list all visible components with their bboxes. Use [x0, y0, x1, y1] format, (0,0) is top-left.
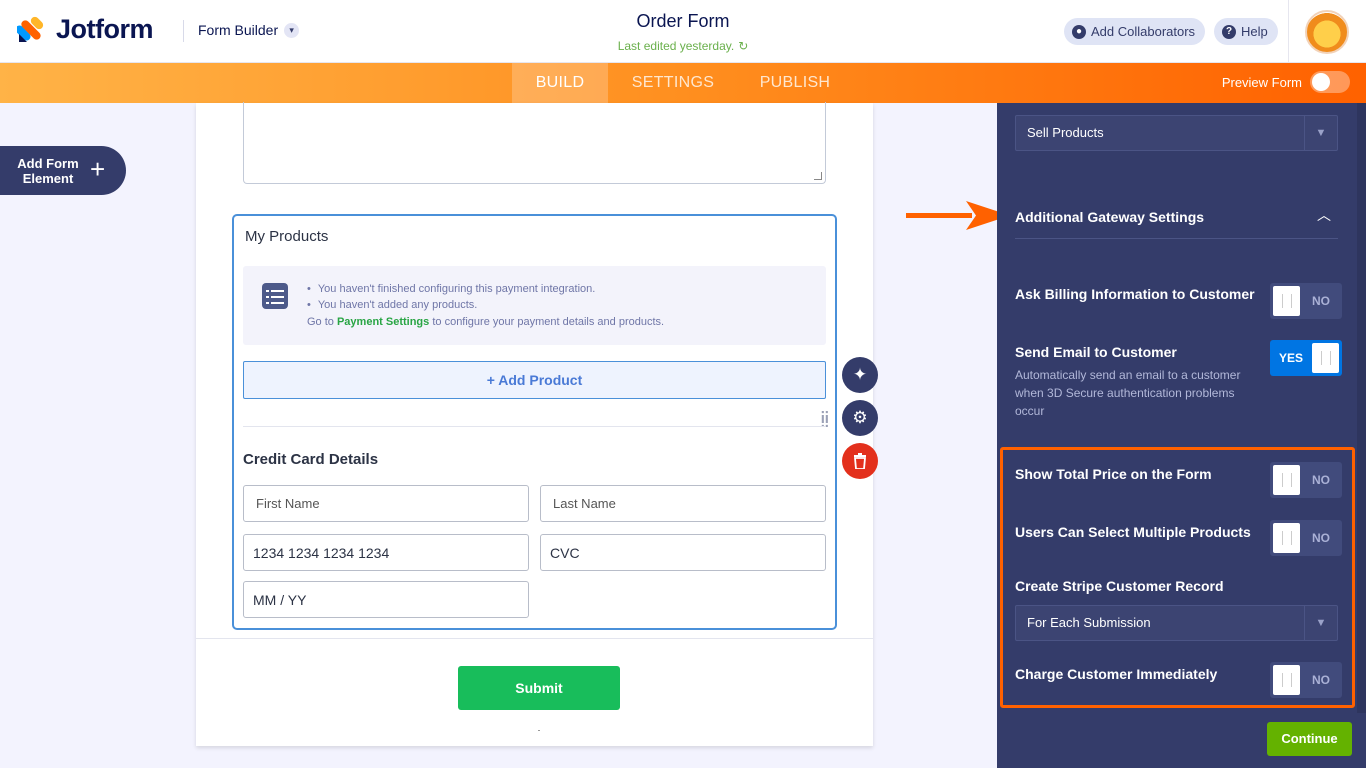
- refresh-icon[interactable]: ↻: [738, 39, 748, 53]
- builder-nav: BUILD SETTINGS PUBLISH Preview Form: [0, 63, 1366, 103]
- products-title[interactable]: My Products: [245, 228, 328, 245]
- trash-icon-svg: [854, 453, 866, 469]
- submit-divider: [196, 638, 873, 639]
- add-collaborators-label: Add Collaborators: [1091, 24, 1196, 39]
- credit-card-title: Credit Card Details: [243, 451, 379, 468]
- trash-icon[interactable]: [842, 443, 878, 479]
- form-canvas: My Products You haven't finished configu…: [196, 102, 873, 746]
- chevron-up-icon[interactable]: ︿: [1317, 205, 1331, 225]
- plus-icon: +: [90, 154, 106, 184]
- toggle-knob: [1273, 286, 1300, 316]
- card-number-field[interactable]: 1234 1234 1234 1234: [243, 534, 529, 571]
- magic-wand-icon[interactable]: ✦: [842, 357, 878, 393]
- submit-button[interactable]: Submit: [458, 666, 620, 710]
- question-icon: ?: [1222, 24, 1236, 39]
- caret-down-icon: ▼: [1304, 116, 1337, 150]
- account-area: [1288, 0, 1366, 63]
- section-title[interactable]: Additional Gateway Settings: [1015, 209, 1204, 225]
- payment-type-select[interactable]: Sell Products ▼: [1015, 115, 1338, 151]
- billing-info-toggle[interactable]: NO: [1270, 283, 1342, 319]
- add-product-button[interactable]: + Add Product: [243, 361, 826, 399]
- checklist-icon-svg: [266, 290, 284, 304]
- checklist-icon: [262, 283, 288, 309]
- toggle-state: NO: [1312, 294, 1330, 308]
- last-name-field[interactable]: Last Name: [540, 485, 826, 522]
- products-widget[interactable]: My Products You haven't finished configu…: [232, 214, 837, 630]
- textarea-field[interactable]: [243, 102, 826, 184]
- decorative-dot: [538, 730, 540, 731]
- payment-notice: You haven't finished configuring this pa…: [243, 266, 826, 345]
- tab-build[interactable]: BUILD: [512, 63, 608, 103]
- goto-payment-settings: Go to Payment Settings to configure your…: [307, 316, 664, 328]
- help-label: Help: [1241, 24, 1268, 39]
- preview-form: Preview Form: [1222, 71, 1350, 93]
- notice-list: You haven't finished configuring this pa…: [307, 281, 596, 313]
- preview-form-toggle[interactable]: [1310, 71, 1350, 93]
- preview-form-label: Preview Form: [1221, 74, 1302, 90]
- send-email-label: Send Email to Customer: [1015, 344, 1177, 360]
- continue-button[interactable]: Continue: [1267, 722, 1352, 756]
- billing-info-label: Ask Billing Information to Customer: [1015, 286, 1255, 302]
- notice-item: You haven't added any products.: [307, 297, 595, 313]
- gear-icon[interactable]: ⚙: [842, 400, 878, 436]
- notice-item: You haven't finished configuring this pa…: [307, 281, 596, 297]
- send-email-description: Automatically send an email to a custome…: [1015, 368, 1241, 418]
- help-button[interactable]: ? Help: [1214, 18, 1278, 45]
- tab-settings[interactable]: SETTINGS: [620, 63, 726, 103]
- goto-suffix: to configure your payment details and pr…: [432, 316, 665, 328]
- payment-type-value: Sell Products: [1027, 125, 1104, 140]
- panel-scrollbar[interactable]: [1357, 103, 1366, 713]
- avatar[interactable]: [1305, 10, 1349, 54]
- drag-handle-icon[interactable]: ⠿ ⠿: [820, 410, 830, 430]
- last-edited-text: Last edited yesterday.: [617, 39, 735, 53]
- first-name-field[interactable]: First Name: [243, 485, 529, 522]
- send-email-toggle[interactable]: YES: [1270, 340, 1342, 376]
- resize-handle-icon[interactable]: [814, 172, 822, 180]
- toggle-state: YES: [1279, 351, 1304, 365]
- annotation-arrow-icon: [906, 201, 1010, 230]
- expiry-field[interactable]: MM / YY: [243, 581, 529, 618]
- annotation-highlight-box: [1000, 447, 1355, 708]
- add-form-element-button[interactable]: Add Form Element +: [0, 146, 126, 195]
- divider: [243, 426, 826, 427]
- top-header: Jotform Form Builder ▾ Order Form Last e…: [0, 0, 1366, 63]
- toggle-knob: [1312, 343, 1339, 373]
- add-collaborators-button[interactable]: ● Add Collaborators: [1064, 18, 1206, 45]
- cvc-field[interactable]: CVC: [540, 534, 826, 571]
- goto-prefix: Go to: [307, 316, 334, 328]
- section-divider: [1015, 238, 1338, 239]
- payment-settings-link[interactable]: Payment Settings: [337, 316, 429, 328]
- user-icon: ●: [1072, 24, 1086, 39]
- tab-publish[interactable]: PUBLISH: [750, 63, 840, 103]
- add-form-element-label: Add Form Element: [17, 156, 79, 186]
